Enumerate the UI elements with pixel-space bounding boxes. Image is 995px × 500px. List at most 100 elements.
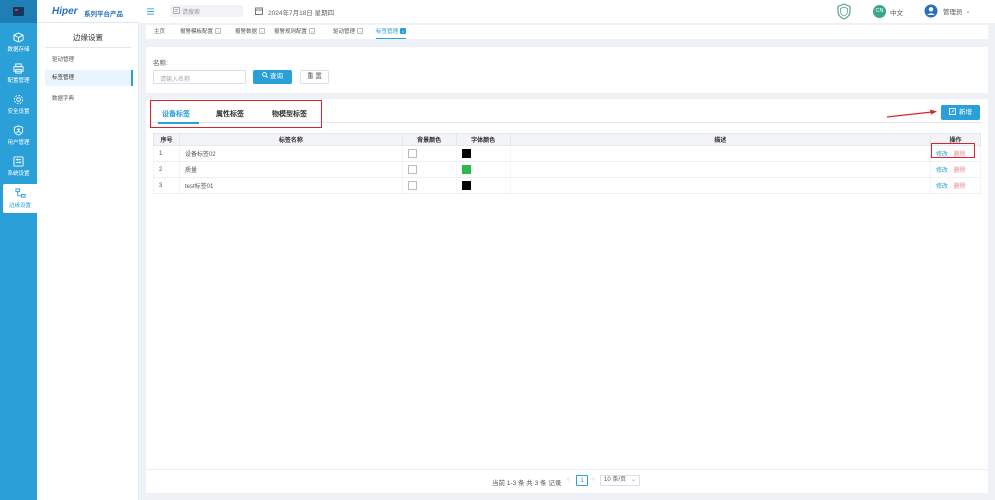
language-badge: CN (873, 5, 886, 18)
row-tag-name: test标签01 (178, 177, 403, 194)
row-description (509, 177, 932, 194)
tab-alarm-template[interactable]: 报警模板配置 × (180, 25, 222, 39)
secondary-sidebar: 边缘设置 驱动管理 标签管理 数据字典 (37, 23, 139, 500)
row-index: 3 (153, 177, 180, 194)
row-actions: 修改 | 删除 (930, 143, 981, 162)
rail-label: 数据存储 (7, 47, 30, 53)
tab-alarm-data[interactable]: 报警数据 × (235, 25, 266, 39)
tag-type-tabs: 设备标签 属性标签 物模型标签 (150, 100, 322, 128)
page-size-value: 10 条/页 (604, 477, 627, 483)
current-page-button[interactable]: 1 (576, 475, 588, 486)
rail-label: 边缘设置 (8, 203, 31, 209)
rail-label: 用户管理 (7, 140, 30, 146)
settings-panel-icon (13, 156, 24, 167)
name-filter-label: 名称: (153, 60, 168, 67)
add-icon (949, 107, 956, 115)
row-index: 1 (153, 145, 180, 162)
delete-link[interactable]: 删除 (954, 184, 966, 190)
next-page-icon[interactable]: › (592, 476, 594, 483)
delete-link[interactable]: 删除 (954, 168, 966, 174)
shield-icon[interactable] (836, 3, 852, 20)
name-filter-placeholder: 请输入名称 (160, 77, 191, 83)
bg-color-swatch (407, 181, 417, 190)
rail-item-system[interactable]: 系统设置 (0, 152, 37, 181)
table-row: 2 质量 修改 | 删除 (153, 161, 981, 178)
reset-button[interactable]: 重 置 (300, 70, 329, 84)
language-label: 中文 (890, 9, 903, 17)
add-tag-button-label: 新增 (959, 109, 972, 116)
edge-network-icon (14, 188, 26, 198)
filter-panel: 名称: 请输入名称 查询 重 置 (146, 47, 988, 93)
tag-list-card: 设备标签 属性标签 物模型标签 新增 序号 标签名称 背景颜色 字体颜色 描述 … (146, 99, 988, 493)
annotation-highlight-box (931, 143, 975, 158)
column-header-bg-color: 背景颜色 (401, 133, 457, 146)
tab-label: 标签管理 (376, 29, 399, 35)
row-bg-color (401, 145, 457, 162)
search-placeholder: 请搜索 (182, 10, 201, 16)
row-font-color (455, 145, 511, 162)
pagination-info: 当前 1-3 条 共 3 条 记录 (492, 480, 562, 487)
tab-alarm-rules[interactable]: 报警规则配置 × (274, 25, 316, 39)
row-font-color (455, 177, 511, 194)
row-font-color (455, 161, 511, 178)
sidebar-title: 边缘设置 (45, 28, 131, 48)
tab-driver[interactable]: 驱动管理 × (333, 25, 364, 39)
rail-item-config[interactable]: 配置管理 (0, 59, 37, 88)
column-header-description: 描述 (509, 133, 932, 146)
close-tab-icon[interactable]: × (357, 27, 364, 34)
rail-item-security[interactable]: 安全设置 (0, 90, 37, 119)
brand-subtitle: 系列平台产品 (84, 11, 123, 18)
sidebar-item-driver[interactable]: 驱动管理 (45, 52, 133, 68)
search-box-icon (173, 7, 180, 14)
row-description (509, 145, 932, 162)
user-name: 管理员 (943, 9, 963, 16)
rail-item-users[interactable]: 用户管理 (0, 121, 37, 150)
action-separator: | (950, 168, 952, 174)
annotation-arrow-icon (886, 109, 937, 118)
page-size-select[interactable]: 10 条/页 ⌄ (600, 475, 640, 486)
tab-home[interactable]: 主页 (154, 25, 165, 39)
brand-bar: Hiper 系列平台产品 (37, 0, 139, 23)
sidebar-item-tags[interactable]: 标签管理 (45, 70, 133, 86)
user-menu[interactable]: 管理员 ⌄ (924, 4, 971, 18)
row-bg-color (401, 161, 457, 178)
rail-label: 配置管理 (7, 78, 30, 84)
tab-label: 报警数据 (235, 29, 258, 35)
tab-tag-management[interactable]: 标签管理 × (376, 25, 407, 39)
subtab-model-tags[interactable]: 物模型标签 (272, 109, 307, 119)
top-header: 请搜索 2024年7月18日 星期四 CN 中文 管理员 ⌄ (139, 0, 995, 23)
brand-name: Hiper (52, 6, 78, 17)
rail-item-data-storage[interactable]: 数据存储 (0, 28, 37, 57)
table-row: 3 test标签01 修改 | 删除 (153, 177, 981, 194)
global-search-input[interactable]: 请搜索 (170, 5, 243, 17)
calendar-icon (255, 7, 263, 15)
prev-page-icon[interactable]: ‹ (567, 476, 569, 483)
rail-label: 安全设置 (7, 109, 30, 115)
name-filter-input[interactable]: 请输入名称 (153, 70, 246, 84)
user-avatar-icon (924, 4, 938, 18)
add-tag-button[interactable]: 新增 (941, 105, 980, 120)
close-tab-icon[interactable]: × (309, 27, 316, 34)
rail-item-edge[interactable]: 边缘设置 (3, 184, 37, 213)
close-tab-icon[interactable]: × (215, 27, 222, 34)
close-tab-icon[interactable]: × (400, 27, 407, 34)
query-button[interactable]: 查询 (253, 70, 292, 84)
column-header-font-color: 字体颜色 (455, 133, 511, 146)
tab-label: 驱动管理 (333, 29, 356, 35)
app-logo[interactable] (0, 0, 37, 23)
edit-link[interactable]: 修改 (936, 168, 948, 174)
table-row: 1 设备标签02 修改 | 删除 (153, 143, 981, 162)
search-icon (262, 72, 268, 79)
row-bg-color (401, 177, 457, 194)
close-tab-icon[interactable]: × (259, 27, 266, 34)
subtab-device-tags[interactable]: 设备标签 (162, 109, 190, 119)
date-text: 2024年7月18日 星期四 (268, 10, 335, 17)
edit-link[interactable]: 修改 (936, 184, 948, 190)
font-color-swatch (461, 181, 471, 190)
row-actions: 修改 | 删除 (930, 177, 981, 194)
subtab-attribute-tags[interactable]: 属性标签 (216, 109, 244, 119)
language-switcher[interactable]: CN 中文 (873, 5, 903, 18)
sidebar-item-dictionary[interactable]: 数据字典 (45, 91, 133, 107)
menu-toggle-icon[interactable] (147, 8, 154, 15)
active-tab-indicator (158, 122, 199, 124)
